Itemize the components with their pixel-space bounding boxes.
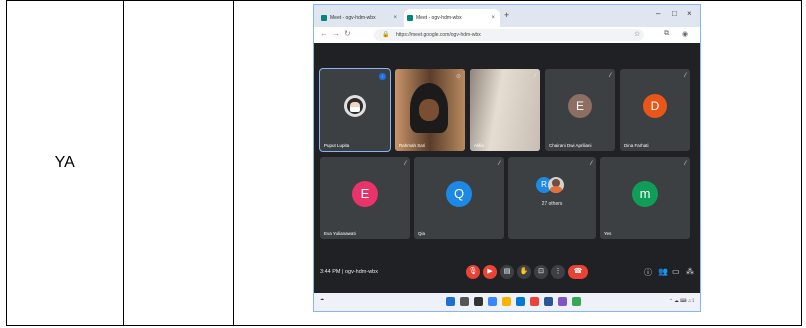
meet-favicon-icon	[321, 15, 327, 21]
participant-tile[interactable]: ⁄ E Eva Yulianawati	[320, 157, 410, 239]
participant-tile[interactable]: ⁝ Puput Lupita	[319, 68, 391, 152]
meeting-controls: 3:44 PM | ogv-hdm-wbx 🎙 ▶ ▤ ✋ ⊡ ⋮ ☎ ⓘ 👥 …	[314, 259, 700, 287]
meet-screenshot: Meet - ogv-hdm-wbx × Meet - ogv-hdm-wbx …	[313, 4, 701, 312]
avatar: m	[632, 181, 658, 207]
windows-taskbar: ☁ ⌃ ☁ ⌨ ♫ ⟟	[314, 293, 700, 311]
word-icon[interactable]	[544, 297, 553, 306]
mic-muted-icon: ⊘	[455, 74, 461, 80]
browser-tab-2[interactable]: Meet - ogv-hdm-wbx ×	[404, 9, 500, 27]
meeting-info: 3:44 PM | ogv-hdm-wbx	[320, 269, 378, 275]
avatar	[548, 177, 564, 193]
participant-name: Yes	[604, 231, 612, 236]
captions-button[interactable]: ▤	[500, 265, 514, 279]
video-feed	[470, 69, 540, 151]
close-tab-icon[interactable]: ×	[393, 9, 397, 27]
back-icon[interactable]: ←	[320, 29, 328, 38]
more-options-button[interactable]: ⋮	[551, 265, 565, 279]
chrome-icon[interactable]	[530, 297, 539, 306]
table-cell-empty	[122, 0, 234, 326]
reload-icon[interactable]: ↻	[344, 29, 351, 38]
participant-name: Eva Yulianawati	[324, 231, 356, 236]
table-cell-ya: YA	[6, 0, 124, 326]
participant-tile[interactable]: ⁄ Alifia	[470, 69, 540, 151]
avatar: Q	[446, 181, 472, 207]
weather-widget[interactable]: ☁	[320, 296, 324, 301]
mic-muted-icon: ⁄	[684, 73, 686, 79]
maximize-icon[interactable]: □	[672, 9, 677, 18]
participant-name: Puput Lupita	[324, 143, 350, 148]
mic-off-button[interactable]: 🎙	[466, 265, 480, 279]
new-tab-icon[interactable]: +	[504, 10, 509, 20]
browser-tab-1[interactable]: Meet - ogv-hdm-wbx ×	[318, 9, 402, 27]
close-tab-icon[interactable]: ×	[491, 9, 495, 27]
search-icon[interactable]	[460, 297, 469, 306]
participant-name: Alifia	[474, 143, 484, 148]
info-icon[interactable]: ⓘ	[644, 267, 652, 278]
people-icon[interactable]: 👥	[658, 267, 668, 276]
system-tray[interactable]: ⌃ ☁ ⌨ ♫ ⟟	[669, 298, 694, 304]
activities-icon[interactable]: ⁂	[686, 267, 694, 276]
tab-label: Meet - ogv-hdm-wbx	[330, 15, 376, 21]
others-tile[interactable]: ⁄ R 27 others	[508, 157, 596, 239]
start-icon[interactable]	[446, 297, 455, 306]
forward-icon[interactable]: →	[332, 29, 340, 38]
present-button[interactable]: ⊡	[534, 265, 548, 279]
mic-muted-icon: ⁄	[684, 161, 686, 167]
participant-name: Dina Farhati	[624, 143, 649, 148]
avatar: D	[643, 94, 667, 118]
leave-call-button[interactable]: ☎	[568, 265, 588, 279]
mic-muted-icon: ⁄	[590, 161, 592, 167]
avatar: E	[568, 94, 592, 118]
participant-tile[interactable]: ⁄ Q Qia	[414, 157, 504, 239]
participant-name: Qia	[418, 231, 426, 236]
store-icon[interactable]	[516, 297, 525, 306]
tab-label: Meet - ogv-hdm-wbx	[416, 15, 462, 21]
app-icon[interactable]	[558, 297, 567, 306]
raise-hand-button[interactable]: ✋	[517, 265, 531, 279]
browser-tab-bar: Meet - ogv-hdm-wbx × Meet - ogv-hdm-wbx …	[314, 5, 700, 27]
mic-muted-icon: ⁄	[609, 73, 611, 79]
close-window-icon[interactable]: ×	[687, 9, 692, 18]
meeting-time: 3:44 PM	[320, 269, 341, 275]
meeting-code: ogv-hdm-wbx	[344, 269, 378, 275]
camera-off-button[interactable]: ▶	[483, 265, 497, 279]
participant-name: Rahmah Sari	[399, 143, 426, 148]
mic-muted-icon: ⁄	[498, 161, 500, 167]
avatar: E	[352, 181, 378, 207]
task-view-icon[interactable]	[474, 297, 483, 306]
participant-name: Chairani Dwi Apriliani	[549, 143, 592, 148]
address-bar[interactable]: 🔒 https://meet.google.com/ogv-hdm-wbx	[374, 29, 644, 41]
url-text: https://meet.google.com/ogv-hdm-wbx	[396, 32, 481, 38]
browser-toolbar: ← → ↻ 🔒 https://meet.google.com/ogv-hdm-…	[314, 27, 700, 44]
extensions-icon[interactable]: ⧉	[664, 30, 669, 38]
chat-icon[interactable]: ▭	[672, 267, 680, 276]
profile-icon[interactable]: ◉	[682, 30, 688, 38]
mic-muted-icon: ⁄	[404, 161, 406, 167]
star-icon[interactable]: ☆	[634, 30, 640, 38]
participant-tile[interactable]: ⁄ D Dina Farhati	[620, 69, 690, 151]
minimize-icon[interactable]: –	[656, 9, 660, 18]
speaking-indicator-icon: ⁝	[379, 73, 386, 80]
edge-icon[interactable]	[488, 297, 497, 306]
others-count: 27 others	[541, 201, 563, 207]
participant-tile[interactable]: ⁄ m Yes	[600, 157, 690, 239]
mic-muted-icon: ⁄	[534, 73, 536, 79]
avatar	[344, 95, 366, 117]
app-icon[interactable]	[572, 297, 581, 306]
participant-tile[interactable]: ⊘ Rahmah Sari	[395, 69, 465, 151]
file-explorer-icon[interactable]	[502, 297, 511, 306]
lock-icon: 🔒	[382, 32, 390, 38]
meet-favicon-icon	[407, 15, 413, 21]
participant-tile[interactable]: ⁄ E Chairani Dwi Apriliani	[545, 69, 615, 151]
